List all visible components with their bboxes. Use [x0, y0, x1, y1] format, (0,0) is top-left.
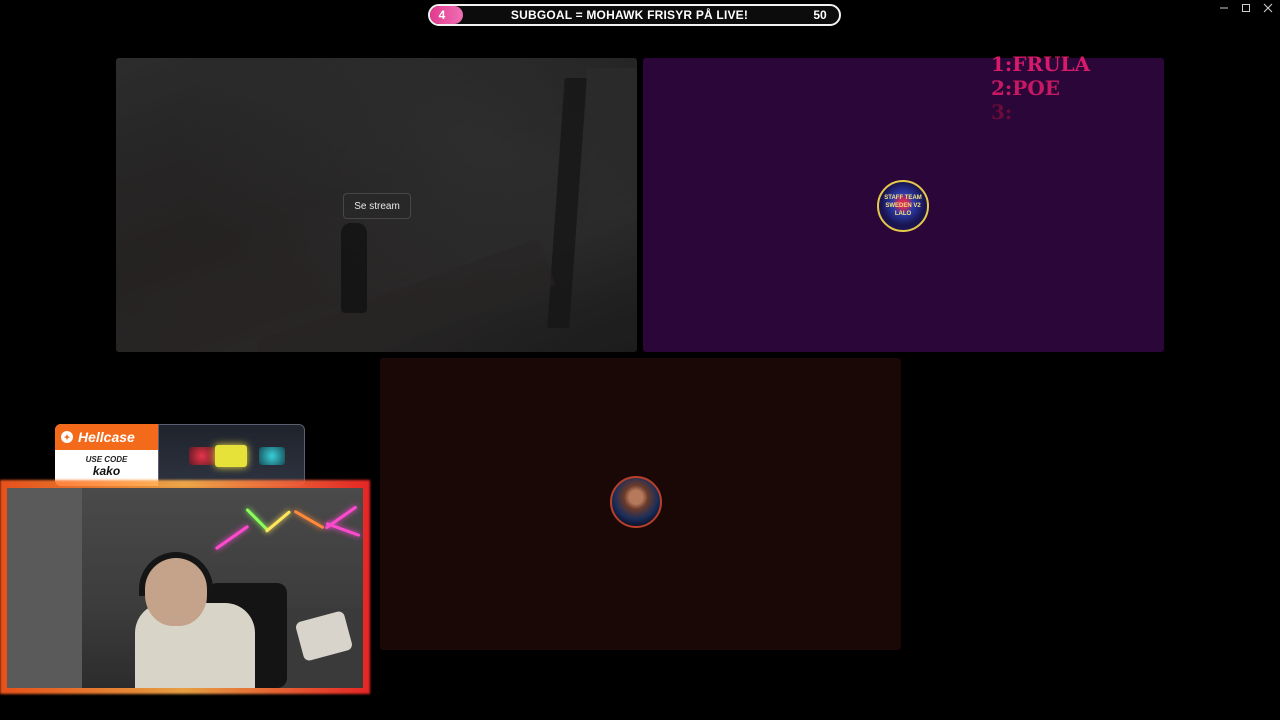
sponsor-header: ✦ Hellcase [55, 424, 158, 450]
ranking-item: 1:FRULA [991, 52, 1091, 76]
team-logo-text: STAFF TEAM SWEDEN V2 LALO [884, 195, 922, 217]
close-icon[interactable] [1262, 2, 1274, 14]
minimize-icon[interactable] [1218, 2, 1230, 14]
case-cyan-icon [259, 447, 285, 465]
subgoal-bar: 4 SUBGOAL = MOHAWK FRISYR PÅ LIVE! 50 [428, 4, 841, 26]
sponsor-code: kako [92, 464, 121, 478]
stream-tile-game[interactable]: Se stream [116, 58, 637, 352]
window-controls [1218, 2, 1274, 14]
ranking-item: 3: [991, 100, 1013, 124]
sponsor-brand-name: Hellcase [78, 429, 135, 445]
ranking-list: 1:FRULA 2:POE 3: [991, 52, 1090, 124]
subgoal-title: SUBGOAL = MOHAWK FRISYR PÅ LIVE! [510, 8, 749, 22]
sponsor-brand-panel: ✦ Hellcase USE CODE kako [55, 424, 158, 486]
stream-tile-face[interactable] [380, 358, 901, 650]
webcam-feed [7, 488, 363, 688]
case-red-icon [189, 447, 215, 465]
sponsor-cases-panel [158, 424, 305, 486]
hellcase-logo-icon: ✦ [61, 431, 73, 443]
hellcase-sponsor-banner: ✦ Hellcase USE CODE kako [55, 424, 305, 486]
team-logo-icon: STAFF TEAM SWEDEN V2 LALO [877, 180, 929, 232]
portrait-avatar-icon [610, 476, 662, 528]
case-yellow-icon [215, 445, 247, 467]
ranking-item: 2:POE [991, 76, 1061, 100]
maximize-icon[interactable] [1240, 2, 1252, 14]
webcam-door [7, 488, 82, 688]
subgoal-current: 4 [438, 8, 446, 22]
watch-stream-button[interactable]: Se stream [343, 193, 411, 219]
sponsor-code-label: USE CODE [85, 455, 128, 464]
subgoal-target: 50 [813, 8, 827, 22]
